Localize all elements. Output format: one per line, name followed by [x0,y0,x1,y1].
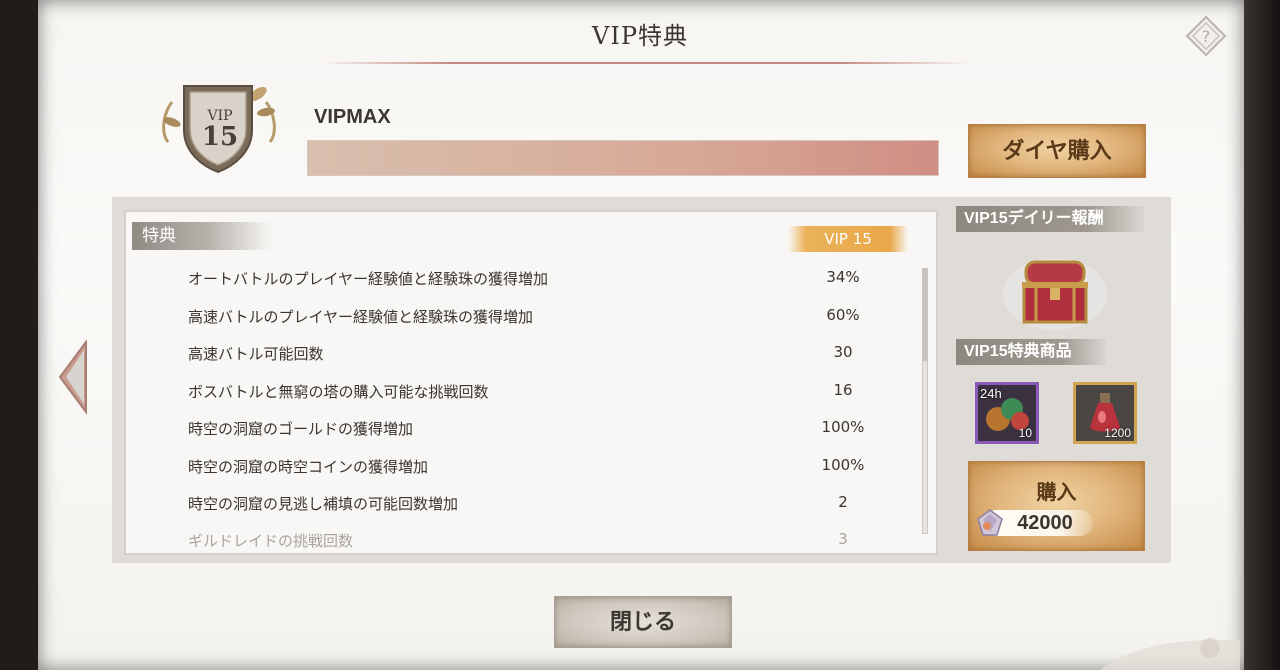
vip-level-tag: VIP 15 [788,226,908,252]
benefit-value: 30 [833,343,853,361]
benefit-name: ボスバトルと無窮の塔の購入可能な挑戦回数 [188,383,489,401]
vip-badge-level: 15 [201,122,239,152]
benefit-name: 時空の洞窟の時空コインの獲得増加 [188,458,429,476]
benefit-name: ギルドレイドの挑戦回数 [188,532,354,548]
benefit-value: 60% [826,306,860,324]
list-scrollbar[interactable] [922,268,928,534]
benefit-name: オートバトルのプレイヤー経験値と経験珠の獲得増加 [188,270,549,288]
benefit-value: 100% [821,418,865,436]
benefit-name: 高速バトルのプレイヤー経験値と経験珠の獲得増加 [188,308,534,326]
item-count: 10 [1018,426,1032,440]
diamond-purchase-button[interactable]: ダイヤ購入 [968,124,1146,178]
benefit-name: 時空の洞窟のゴールドの獲得増加 [188,420,414,438]
shop-item-slot[interactable]: 24h 10 [975,382,1039,444]
vip-progress-fill [308,141,938,175]
item-time-tag: 24h [980,386,1002,401]
buy-label: 購入 [1036,480,1077,504]
vip-shop-label: VIP15特典商品 [956,339,1106,365]
benefit-name: 時空の洞窟の見逃し補填の可能回数増加 [188,495,459,513]
daily-reward-label: VIP15デイリー報酬 [956,206,1144,232]
list-item: オートバトルのプレイヤー経験値と経験珠の獲得増加 34% [188,268,888,292]
title-divider [320,62,970,64]
benefit-value: 100% [821,456,865,474]
vip-level-badge: VIP 15 [158,72,282,178]
benefit-value: 2 [838,493,848,511]
vip-progress-bar [307,140,939,176]
diamond-currency-icon [977,509,1003,536]
benefit-value: 34% [826,268,860,286]
close-button[interactable]: 閉じる [554,596,732,648]
list-item: 時空の洞窟の時空コインの獲得増加 100% [188,456,888,480]
vip-status-label: VIPMAX [314,106,391,128]
scrollbar-thumb[interactable] [923,269,927,361]
price-value: 42000 [1017,512,1073,534]
page-title: VIP特典 [592,22,688,50]
svg-text:?: ? [1202,27,1211,46]
benefit-name: 高速バトル可能回数 [188,345,324,363]
corner-decoration [1100,638,1240,670]
panel-edge [1244,0,1280,670]
treasure-chest-icon[interactable] [1000,244,1110,334]
list-item: ギルドレイドの挑戦回数 3 [188,530,888,548]
list-item: ボスバトルと無窮の塔の購入可能な挑戦回数 16 [188,381,888,405]
buy-button[interactable]: 購入 42000 [968,461,1145,551]
list-item: 高速バトル可能回数 30 [188,343,888,367]
help-icon[interactable]: ? [1184,14,1228,58]
shop-item-slot[interactable]: 1200 [1073,382,1137,444]
previous-page-arrow-icon[interactable] [58,340,88,414]
list-item: 時空の洞窟のゴールドの獲得増加 100% [188,418,888,442]
list-item: 高速バトルのプレイヤー経験値と経験珠の獲得増加 60% [188,306,888,330]
benefit-value: 3 [838,530,848,548]
benefit-value: 16 [833,381,853,399]
item-count: 1200 [1104,426,1131,440]
list-item: 時空の洞窟の見逃し補填の可能回数増加 2 [188,493,888,517]
benefits-header: 特典 [132,222,272,250]
